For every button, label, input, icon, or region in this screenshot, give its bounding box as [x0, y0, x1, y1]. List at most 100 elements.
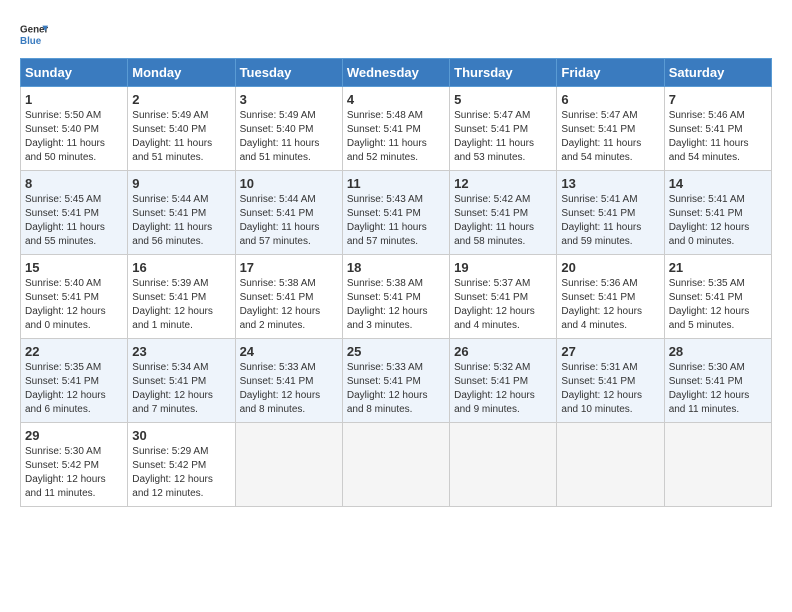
calendar-week-row: 8 Sunrise: 5:45 AMSunset: 5:41 PMDayligh… — [21, 171, 772, 255]
day-info: Sunrise: 5:44 AMSunset: 5:41 PMDaylight:… — [240, 193, 338, 249]
day-info: Sunrise: 5:38 AMSunset: 5:41 PMDaylight:… — [240, 277, 338, 333]
weekday-header-row: SundayMondayTuesdayWednesdayThursdayFrid… — [21, 59, 772, 87]
calendar-cell: 11 Sunrise: 5:43 AMSunset: 5:41 PMDaylig… — [342, 171, 449, 255]
day-number: 1 — [25, 92, 123, 107]
day-info: Sunrise: 5:36 AMSunset: 5:41 PMDaylight:… — [561, 277, 659, 333]
day-number: 25 — [347, 344, 445, 359]
calendar-cell: 6 Sunrise: 5:47 AMSunset: 5:41 PMDayligh… — [557, 87, 664, 171]
day-info: Sunrise: 5:47 AMSunset: 5:41 PMDaylight:… — [561, 109, 659, 165]
calendar-cell: 3 Sunrise: 5:49 AMSunset: 5:40 PMDayligh… — [235, 87, 342, 171]
svg-text:Blue: Blue — [20, 36, 42, 47]
day-number: 24 — [240, 344, 338, 359]
calendar-cell: 29 Sunrise: 5:30 AMSunset: 5:42 PMDaylig… — [21, 423, 128, 507]
day-number: 27 — [561, 344, 659, 359]
calendar-cell: 8 Sunrise: 5:45 AMSunset: 5:41 PMDayligh… — [21, 171, 128, 255]
weekday-header: Tuesday — [235, 59, 342, 87]
calendar-cell: 30 Sunrise: 5:29 AMSunset: 5:42 PMDaylig… — [128, 423, 235, 507]
day-number: 29 — [25, 428, 123, 443]
day-number: 16 — [132, 260, 230, 275]
day-number: 20 — [561, 260, 659, 275]
day-info: Sunrise: 5:41 AMSunset: 5:41 PMDaylight:… — [561, 193, 659, 249]
calendar-cell: 14 Sunrise: 5:41 AMSunset: 5:41 PMDaylig… — [664, 171, 771, 255]
day-number: 9 — [132, 176, 230, 191]
calendar-cell: 15 Sunrise: 5:40 AMSunset: 5:41 PMDaylig… — [21, 255, 128, 339]
day-number: 17 — [240, 260, 338, 275]
calendar-week-row: 22 Sunrise: 5:35 AMSunset: 5:41 PMDaylig… — [21, 339, 772, 423]
calendar-cell: 1 Sunrise: 5:50 AMSunset: 5:40 PMDayligh… — [21, 87, 128, 171]
day-info: Sunrise: 5:35 AMSunset: 5:41 PMDaylight:… — [669, 277, 767, 333]
day-info: Sunrise: 5:43 AMSunset: 5:41 PMDaylight:… — [347, 193, 445, 249]
logo-icon: General Blue — [20, 20, 48, 48]
day-info: Sunrise: 5:39 AMSunset: 5:41 PMDaylight:… — [132, 277, 230, 333]
day-number: 11 — [347, 176, 445, 191]
calendar-cell: 16 Sunrise: 5:39 AMSunset: 5:41 PMDaylig… — [128, 255, 235, 339]
day-info: Sunrise: 5:35 AMSunset: 5:41 PMDaylight:… — [25, 361, 123, 417]
weekday-header: Monday — [128, 59, 235, 87]
day-number: 19 — [454, 260, 552, 275]
calendar-cell: 19 Sunrise: 5:37 AMSunset: 5:41 PMDaylig… — [450, 255, 557, 339]
calendar-cell: 12 Sunrise: 5:42 AMSunset: 5:41 PMDaylig… — [450, 171, 557, 255]
day-info: Sunrise: 5:45 AMSunset: 5:41 PMDaylight:… — [25, 193, 123, 249]
calendar-cell: 28 Sunrise: 5:30 AMSunset: 5:41 PMDaylig… — [664, 339, 771, 423]
day-number: 7 — [669, 92, 767, 107]
day-number: 12 — [454, 176, 552, 191]
day-info: Sunrise: 5:50 AMSunset: 5:40 PMDaylight:… — [25, 109, 123, 165]
day-number: 22 — [25, 344, 123, 359]
calendar-cell — [450, 423, 557, 507]
day-number: 21 — [669, 260, 767, 275]
weekday-header: Wednesday — [342, 59, 449, 87]
day-number: 26 — [454, 344, 552, 359]
day-info: Sunrise: 5:30 AMSunset: 5:41 PMDaylight:… — [669, 361, 767, 417]
day-number: 14 — [669, 176, 767, 191]
day-info: Sunrise: 5:33 AMSunset: 5:41 PMDaylight:… — [347, 361, 445, 417]
day-info: Sunrise: 5:44 AMSunset: 5:41 PMDaylight:… — [132, 193, 230, 249]
calendar-week-row: 1 Sunrise: 5:50 AMSunset: 5:40 PMDayligh… — [21, 87, 772, 171]
day-info: Sunrise: 5:38 AMSunset: 5:41 PMDaylight:… — [347, 277, 445, 333]
day-info: Sunrise: 5:41 AMSunset: 5:41 PMDaylight:… — [669, 193, 767, 249]
weekday-header: Thursday — [450, 59, 557, 87]
day-info: Sunrise: 5:40 AMSunset: 5:41 PMDaylight:… — [25, 277, 123, 333]
day-info: Sunrise: 5:47 AMSunset: 5:41 PMDaylight:… — [454, 109, 552, 165]
calendar-cell: 24 Sunrise: 5:33 AMSunset: 5:41 PMDaylig… — [235, 339, 342, 423]
day-info: Sunrise: 5:46 AMSunset: 5:41 PMDaylight:… — [669, 109, 767, 165]
calendar-cell: 10 Sunrise: 5:44 AMSunset: 5:41 PMDaylig… — [235, 171, 342, 255]
calendar-cell — [557, 423, 664, 507]
calendar-cell — [342, 423, 449, 507]
day-number: 5 — [454, 92, 552, 107]
day-number: 18 — [347, 260, 445, 275]
calendar-cell — [664, 423, 771, 507]
calendar-cell: 22 Sunrise: 5:35 AMSunset: 5:41 PMDaylig… — [21, 339, 128, 423]
calendar-cell — [235, 423, 342, 507]
day-number: 30 — [132, 428, 230, 443]
day-number: 23 — [132, 344, 230, 359]
page-header: General Blue — [20, 20, 772, 48]
day-info: Sunrise: 5:29 AMSunset: 5:42 PMDaylight:… — [132, 445, 230, 501]
day-number: 13 — [561, 176, 659, 191]
day-number: 10 — [240, 176, 338, 191]
calendar-table: SundayMondayTuesdayWednesdayThursdayFrid… — [20, 58, 772, 507]
day-number: 3 — [240, 92, 338, 107]
day-info: Sunrise: 5:37 AMSunset: 5:41 PMDaylight:… — [454, 277, 552, 333]
day-number: 2 — [132, 92, 230, 107]
calendar-cell: 25 Sunrise: 5:33 AMSunset: 5:41 PMDaylig… — [342, 339, 449, 423]
day-info: Sunrise: 5:32 AMSunset: 5:41 PMDaylight:… — [454, 361, 552, 417]
calendar-cell: 21 Sunrise: 5:35 AMSunset: 5:41 PMDaylig… — [664, 255, 771, 339]
day-info: Sunrise: 5:49 AMSunset: 5:40 PMDaylight:… — [132, 109, 230, 165]
calendar-cell: 17 Sunrise: 5:38 AMSunset: 5:41 PMDaylig… — [235, 255, 342, 339]
weekday-header: Sunday — [21, 59, 128, 87]
day-info: Sunrise: 5:31 AMSunset: 5:41 PMDaylight:… — [561, 361, 659, 417]
calendar-cell: 4 Sunrise: 5:48 AMSunset: 5:41 PMDayligh… — [342, 87, 449, 171]
calendar-cell: 26 Sunrise: 5:32 AMSunset: 5:41 PMDaylig… — [450, 339, 557, 423]
day-info: Sunrise: 5:33 AMSunset: 5:41 PMDaylight:… — [240, 361, 338, 417]
calendar-cell: 20 Sunrise: 5:36 AMSunset: 5:41 PMDaylig… — [557, 255, 664, 339]
calendar-week-row: 29 Sunrise: 5:30 AMSunset: 5:42 PMDaylig… — [21, 423, 772, 507]
calendar-cell: 27 Sunrise: 5:31 AMSunset: 5:41 PMDaylig… — [557, 339, 664, 423]
weekday-header: Friday — [557, 59, 664, 87]
calendar-cell: 9 Sunrise: 5:44 AMSunset: 5:41 PMDayligh… — [128, 171, 235, 255]
calendar-cell: 5 Sunrise: 5:47 AMSunset: 5:41 PMDayligh… — [450, 87, 557, 171]
day-info: Sunrise: 5:42 AMSunset: 5:41 PMDaylight:… — [454, 193, 552, 249]
day-info: Sunrise: 5:34 AMSunset: 5:41 PMDaylight:… — [132, 361, 230, 417]
day-info: Sunrise: 5:48 AMSunset: 5:41 PMDaylight:… — [347, 109, 445, 165]
logo: General Blue — [20, 20, 48, 48]
day-number: 4 — [347, 92, 445, 107]
